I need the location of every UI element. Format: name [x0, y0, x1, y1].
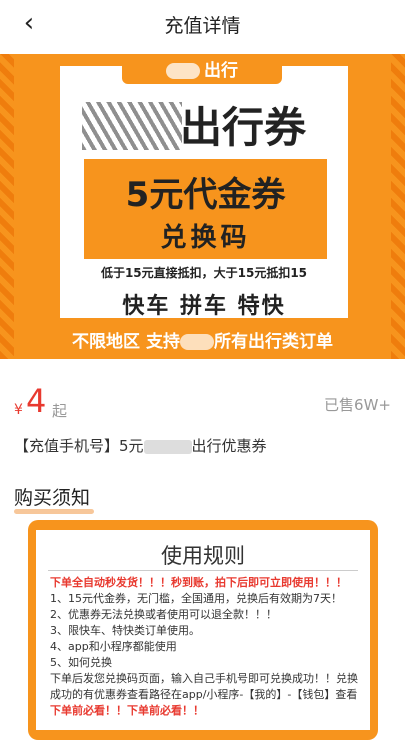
rule-line: 3、限快车、特快类订单使用。	[50, 624, 200, 637]
sold-count: 已售6W+	[324, 396, 391, 414]
blurred-brand	[82, 102, 182, 150]
rules-divider	[48, 570, 358, 571]
coupon-line: 5元代金券	[125, 175, 286, 215]
price-currency: ¥	[14, 402, 23, 418]
price-suffix: 起	[52, 402, 68, 420]
section-title-text: 购买须知	[14, 487, 91, 509]
rule-lines: 下单全自动秒发货！！！秒到账，拍下后即可立即使用！！！ 1、15元代金券，无门槛…	[50, 575, 366, 719]
rule-line: 2、优惠券无法兑换或者使用可以退全款！！！	[50, 608, 277, 621]
banner-big-title: 出行券	[70, 94, 340, 154]
banner-footer-left: 不限地区 支持	[72, 332, 180, 352]
rule-line: 5、如何兑换	[50, 656, 112, 669]
banner-footer: 不限地区 支持 所有出行类订单	[0, 327, 405, 352]
banner-tag-text: 出行	[204, 61, 238, 81]
banner-stripe-right	[391, 54, 405, 359]
rule-line: 下单全自动秒发货！！！秒到账，拍下后即可立即使用！！！	[50, 576, 347, 589]
banner-categories: 快车 拼车 特快	[122, 294, 286, 319]
rules-title: 使用规则	[161, 544, 245, 568]
rule-line: 下单后发您兑换码页面，输入自己手机号即可兑换成功！！兑换成功的有优惠券查看路径在…	[50, 672, 358, 701]
price-row: ¥ 4 起 已售6W+	[0, 380, 405, 426]
blurred-brand-name	[143, 439, 192, 454]
rule-line: 4、app和小程序都能使用	[50, 640, 177, 653]
blurred-logo	[166, 63, 200, 79]
banner-tag: 出行	[122, 58, 282, 84]
price-value: 4	[26, 382, 47, 420]
coupon-box: 5元代金券 兑换码	[84, 159, 327, 259]
code-line: 兑换码	[160, 223, 251, 253]
banner-rule-line: 低于15元直接抵扣，大于15元抵扣15	[100, 266, 308, 280]
product-banner: 出行 出行券 5元代金券 兑换码 低于15元直接抵扣，大于15元抵扣15 快车 …	[0, 54, 405, 359]
section-title: 购买须知	[14, 483, 94, 514]
banner-footer-right: 所有出行类订单	[213, 332, 333, 352]
banner-big-title-text: 出行券	[180, 103, 307, 152]
section-title-underline	[14, 509, 94, 514]
banner-stripe-left	[0, 54, 14, 359]
top-nav-bar: ‹ 充值详情	[0, 0, 405, 48]
product-name-prefix: 【充值手机号】5元	[14, 437, 144, 455]
rule-line: 1、15元代金券，无门槛，全国通用，兑换后有效期为7天！	[50, 592, 342, 605]
product-name: 【充值手机号】5元 出行优惠券	[14, 435, 267, 456]
blurred-brand-footer	[179, 334, 214, 350]
product-name-suffix: 出行优惠券	[191, 437, 267, 455]
page-title: 充值详情	[164, 15, 241, 37]
rule-line: 下单前必看！！下单前必看！！	[50, 704, 204, 717]
